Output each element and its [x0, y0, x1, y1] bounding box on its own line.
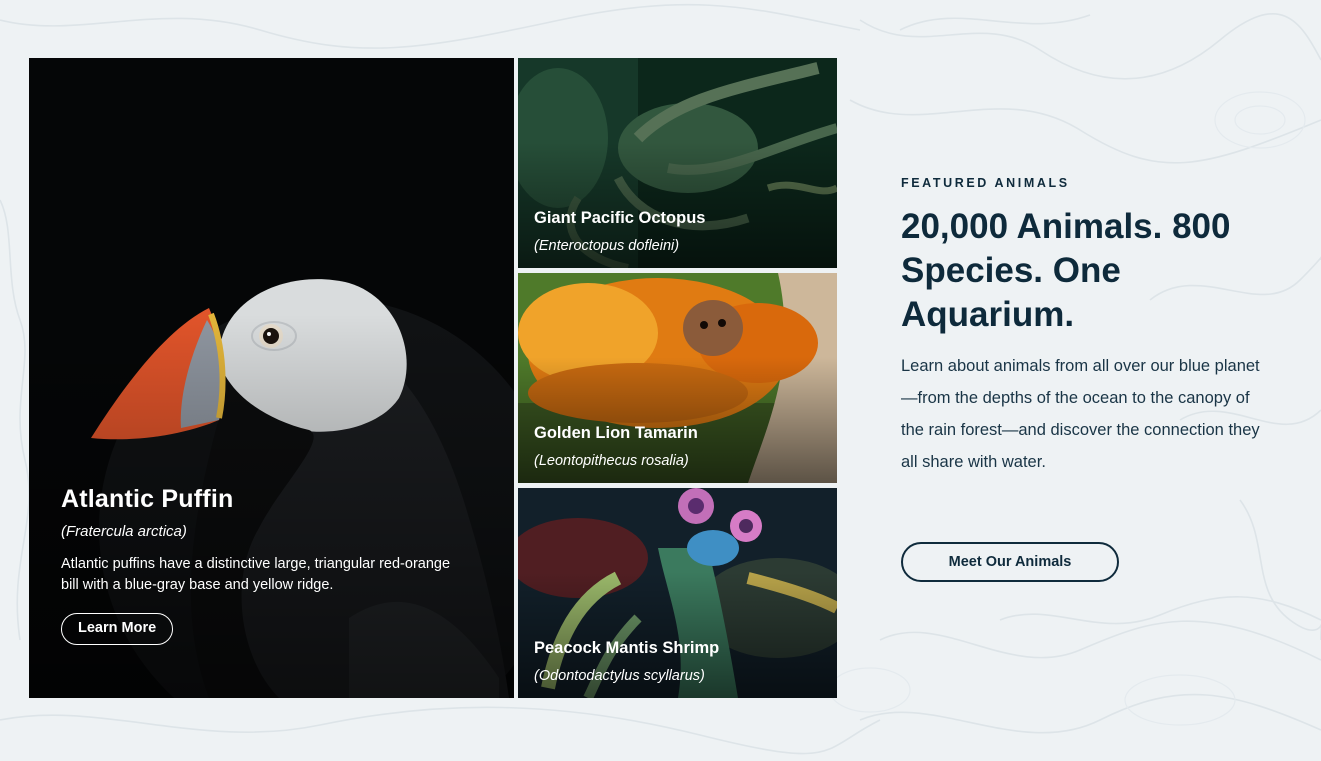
section-description: Learn about animals from all over our bl…	[901, 357, 1260, 471]
card-content: Peacock Mantis Shrimp (Odontodactylus sc…	[534, 639, 827, 684]
card-title: Giant Pacific Octopus	[534, 209, 706, 227]
featured-intro: FEATURED ANIMALS 20,000 Animals. 800 Spe…	[901, 176, 1281, 582]
card-scientific-name: (Enteroctopus dofleini)	[534, 238, 680, 254]
card-scientific-name: (Leontopithecus rosalia)	[534, 453, 689, 469]
card-giant-pacific-octopus[interactable]: Giant Pacific Octopus (Enteroctopus dofl…	[518, 58, 837, 268]
card-peacock-mantis-shrimp[interactable]: Peacock Mantis Shrimp (Odontodactylus sc…	[518, 488, 837, 698]
card-content: Giant Pacific Octopus (Enteroctopus dofl…	[534, 209, 827, 254]
card-scientific-name: (Odontodactylus scyllarus)	[534, 668, 705, 684]
card-golden-lion-tamarin[interactable]: Golden Lion Tamarin (Leontopithecus rosa…	[518, 273, 837, 483]
section-eyebrow: FEATURED ANIMALS	[901, 176, 1070, 190]
card-description: Atlantic puffins have a distinctive larg…	[61, 556, 451, 593]
card-content: Golden Lion Tamarin (Leontopithecus rosa…	[534, 424, 827, 469]
card-title: Golden Lion Tamarin	[534, 424, 698, 442]
learn-more-button[interactable]: Learn More	[61, 613, 174, 645]
section-headline: 20,000 Animals. 800 Species. One Aquariu…	[901, 207, 1231, 334]
card-content: Atlantic Puffin (Fratercula arctica) Atl…	[61, 485, 454, 645]
featured-animals-section: Atlantic Puffin (Fratercula arctica) Atl…	[0, 0, 1321, 761]
meet-our-animals-button[interactable]: Meet Our Animals	[901, 542, 1119, 582]
card-atlantic-puffin[interactable]: Atlantic Puffin (Fratercula arctica) Atl…	[29, 58, 514, 698]
card-title: Peacock Mantis Shrimp	[534, 639, 720, 657]
card-title: Atlantic Puffin	[61, 485, 234, 513]
card-scientific-name: (Fratercula arctica)	[61, 523, 187, 540]
